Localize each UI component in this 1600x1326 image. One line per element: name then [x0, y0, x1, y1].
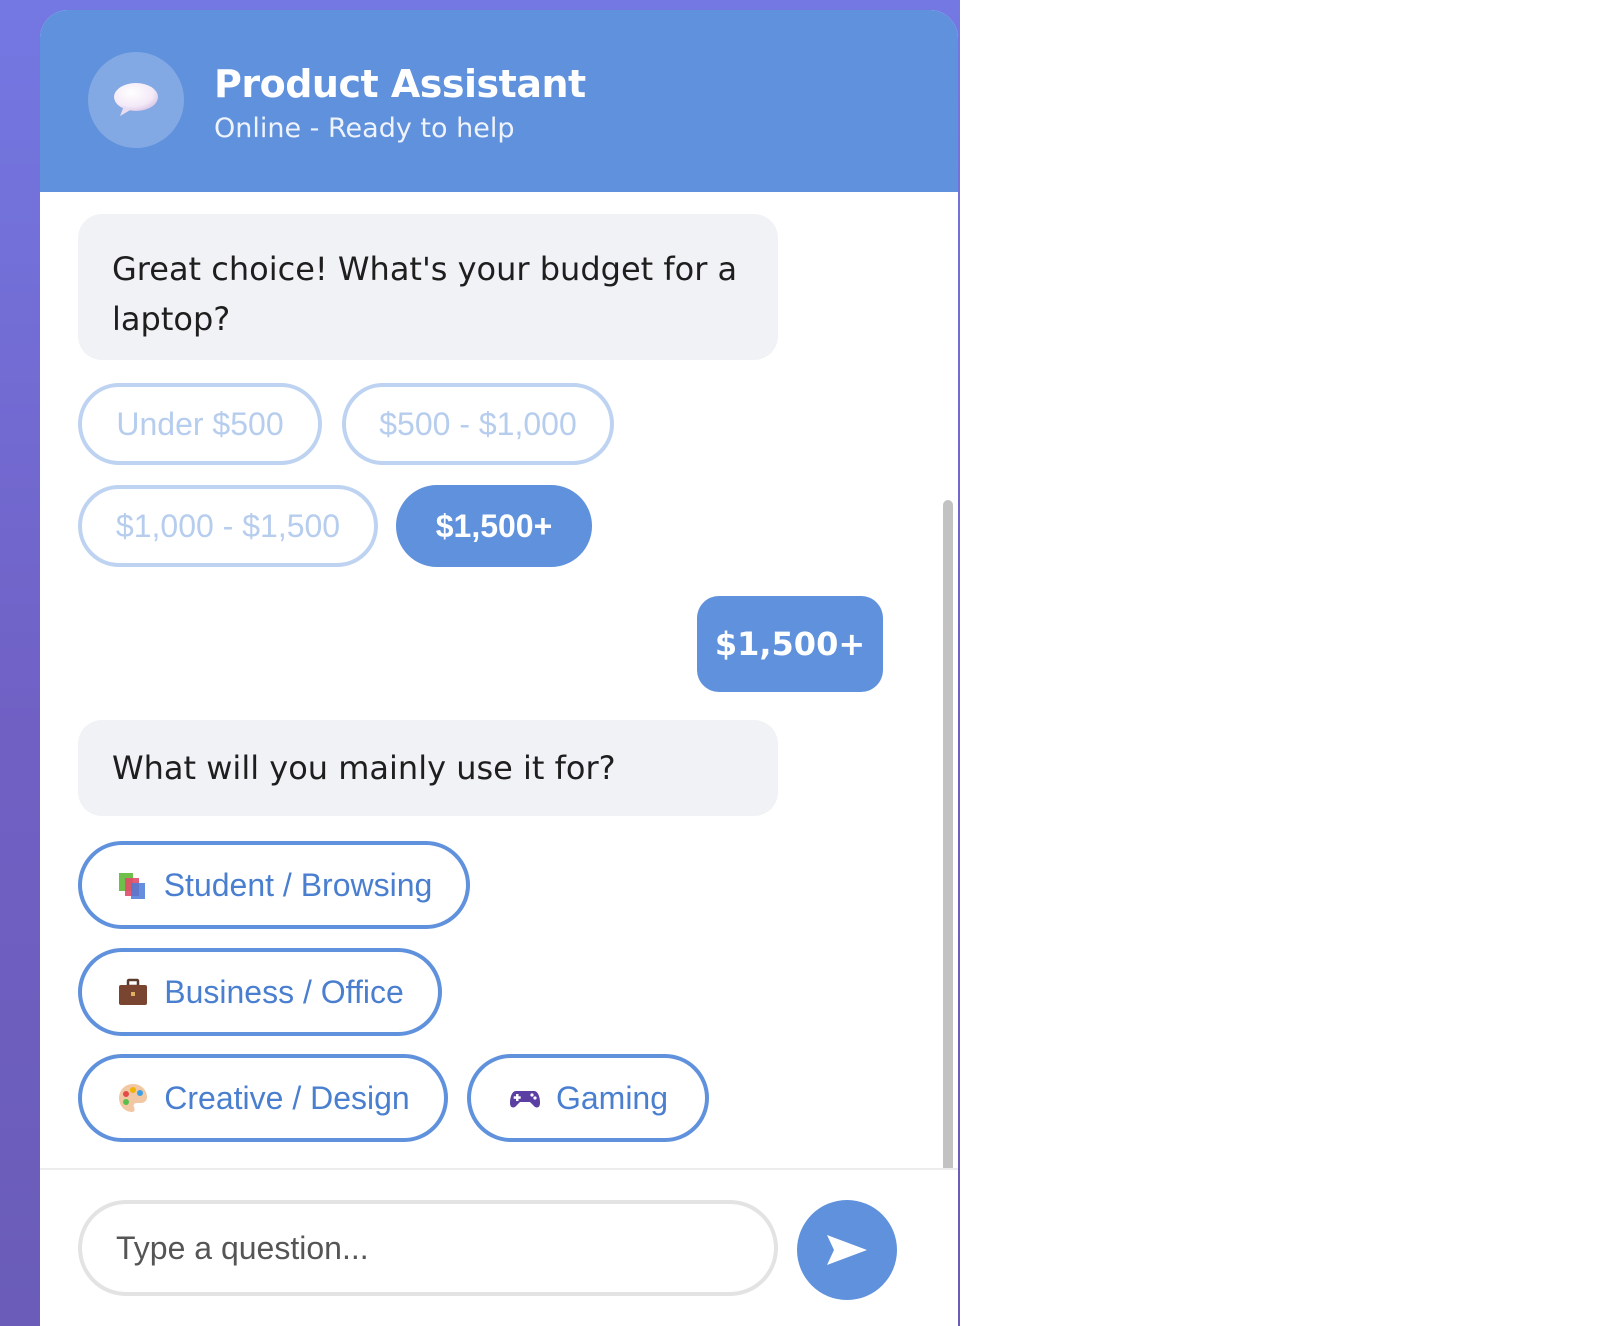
question-input[interactable]: [78, 1200, 778, 1296]
assistant-avatar: [88, 52, 184, 148]
bot-message-budget: Great choice! What's your budget for a l…: [78, 214, 778, 360]
chat-status: Online - Ready to help: [214, 113, 515, 144]
palette-icon: [119, 1084, 148, 1112]
chat-header: Product Assistant Online - Ready to help: [40, 10, 958, 192]
usage-option-label: Student / Browsing: [163, 866, 433, 903]
usage-option-label: Creative / Design: [164, 1079, 410, 1116]
bot-message-usage: What will you mainly use it for?: [78, 720, 778, 816]
send-icon: [827, 1235, 867, 1265]
usage-option-student[interactable]: Student / Browsing: [78, 841, 470, 929]
user-message: $1,500+: [697, 596, 883, 692]
books-icon: [118, 873, 145, 899]
chat-footer: [40, 1168, 958, 1326]
budget-option-1500-plus[interactable]: $1,500+: [396, 485, 592, 567]
budget-option-1000-1500[interactable]: $1,000 - $1,500: [78, 485, 378, 567]
send-button[interactable]: [797, 1200, 897, 1300]
briefcase-icon: [119, 978, 148, 1005]
chat-title: Product Assistant: [214, 62, 586, 106]
usage-option-creative[interactable]: Creative / Design: [78, 1054, 448, 1142]
budget-option-under-500[interactable]: Under $500: [78, 383, 322, 465]
budget-option-500-1000[interactable]: $500 - $1,000: [342, 383, 614, 465]
chat-window: Product Assistant Online - Ready to help…: [40, 10, 958, 1326]
message-scrollbar[interactable]: [943, 500, 953, 1178]
message-list[interactable]: Great choice! What's your budget for a l…: [40, 192, 958, 1210]
usage-option-gaming[interactable]: Gaming: [467, 1054, 709, 1142]
speech-bubble-icon: [114, 83, 158, 116]
gamepad-icon: [509, 1091, 540, 1108]
usage-option-label: Business / Office: [164, 973, 404, 1010]
usage-option-label: Gaming: [555, 1079, 669, 1116]
usage-option-business[interactable]: Business / Office: [78, 948, 442, 1036]
